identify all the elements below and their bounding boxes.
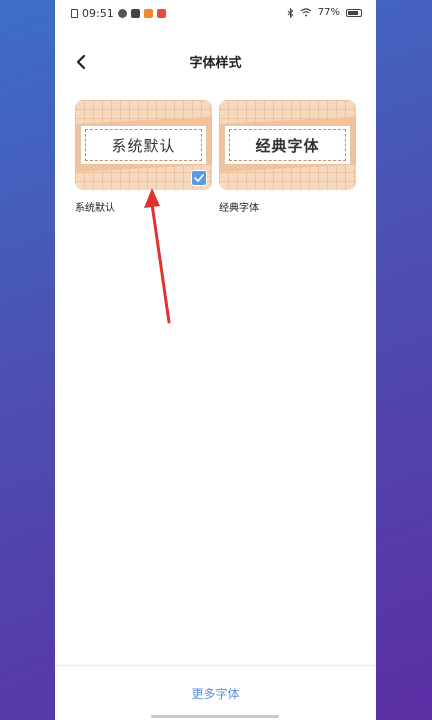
phone-screen: 09:51 77% 字体样式 系统默认 系统默认 经典字体 经典字体 更多字体 [55, 0, 376, 720]
footer: 更多字体 [55, 665, 376, 720]
annotation-arrow-icon [144, 188, 171, 324]
home-indicator[interactable] [151, 715, 279, 718]
more-fonts-button[interactable]: 更多字体 [55, 685, 376, 702]
